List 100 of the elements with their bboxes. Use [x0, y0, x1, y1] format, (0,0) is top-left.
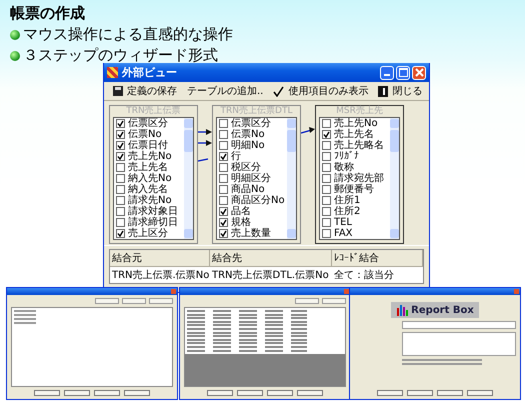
checkbox[interactable] — [116, 196, 125, 205]
field-name: TEL — [334, 217, 352, 228]
checkbox[interactable] — [322, 163, 331, 172]
field-name: 税区分 — [231, 162, 261, 173]
field-name: 伝票日付 — [128, 140, 168, 151]
column-header: 結合元 — [110, 250, 210, 267]
field-name: FAX — [334, 228, 353, 239]
checkbox[interactable] — [219, 119, 228, 128]
checkbox[interactable] — [219, 196, 228, 205]
toolbar-button[interactable]: 定義の保存 — [127, 84, 177, 98]
check-icon — [273, 86, 284, 96]
field-name: 商品区分No — [231, 195, 285, 206]
checkbox[interactable] — [116, 207, 125, 216]
scrollbar[interactable] — [390, 118, 399, 239]
field-name: 品名 — [231, 206, 251, 217]
checkbox[interactable] — [219, 218, 228, 227]
bullet-text: マウス操作による直感的な操作 — [23, 25, 233, 44]
field-name: 売上先No — [128, 151, 172, 162]
bullet-text: ３ステップのウィザード形式 — [23, 46, 218, 65]
report-box-logo: Report Box — [391, 302, 479, 318]
wizard-button[interactable] — [207, 390, 233, 396]
checkbox[interactable] — [322, 141, 331, 150]
wizard-button[interactable] — [467, 390, 493, 396]
checkbox[interactable] — [322, 196, 331, 205]
toolbar-button[interactable]: 閉じる — [392, 84, 422, 98]
wizard-button[interactable] — [124, 390, 150, 396]
checkbox[interactable] — [322, 119, 331, 128]
checkbox[interactable] — [322, 152, 331, 161]
checkbox[interactable] — [322, 130, 331, 139]
field-name: 郵便番号 — [334, 184, 374, 195]
table-cell-text: TRN売上伝票DTL.伝票No — [211, 268, 330, 283]
checkbox[interactable] — [322, 185, 331, 194]
connector-arrow — [301, 126, 315, 134]
bullet-icon — [10, 30, 20, 40]
toolbar-button[interactable]: テーブルの追加.. — [187, 84, 264, 98]
field-name: 住所1 — [334, 195, 360, 206]
toolbar-button[interactable]: 使用項目のみ表示 — [288, 84, 368, 98]
table-name: TRN売上伝票DTL — [220, 106, 294, 117]
table-name: MSR売上先 — [335, 106, 384, 117]
field-name: 売上先名 — [334, 129, 374, 140]
maximize-button[interactable] — [396, 66, 410, 80]
field-name: 明細No — [231, 140, 265, 151]
connector-lines-drawing — [198, 128, 212, 162]
minimize-button[interactable] — [380, 66, 394, 80]
field-name: 商品No — [231, 184, 265, 195]
checkbox[interactable] — [219, 185, 228, 194]
checkbox[interactable] — [219, 152, 228, 161]
checkbox[interactable] — [219, 141, 228, 150]
wizard-button[interactable] — [237, 390, 263, 396]
field-name: 伝票No — [231, 129, 265, 140]
wizard-button[interactable] — [407, 390, 433, 396]
wizard-button[interactable] — [34, 390, 60, 396]
slide-heading: 帳票の作成 — [10, 3, 85, 24]
field-name: 伝票No — [128, 129, 162, 140]
field-name: 納入先No — [128, 173, 172, 184]
checkbox[interactable] — [219, 163, 228, 172]
checkbox[interactable] — [116, 119, 125, 128]
field-name: 請求宛先部 — [334, 173, 384, 184]
wizard-button[interactable] — [64, 390, 90, 396]
checkbox[interactable] — [322, 207, 331, 216]
checkbox[interactable] — [116, 229, 125, 238]
checkbox[interactable] — [116, 152, 125, 161]
wizard-button[interactable] — [297, 390, 323, 396]
checkbox[interactable] — [116, 174, 125, 183]
wizard-button[interactable] — [94, 390, 120, 396]
wizard-button[interactable] — [267, 390, 293, 396]
checkbox[interactable] — [322, 229, 331, 238]
checkbox[interactable] — [322, 218, 331, 227]
window-title: 外部ビュー — [122, 65, 178, 80]
field-name: 売上先略名 — [334, 140, 384, 151]
checkbox[interactable] — [219, 130, 228, 139]
table-cell-text: 全て：該当分 — [333, 268, 395, 283]
field-name: 請求締切日 — [128, 217, 178, 228]
door-icon — [378, 86, 388, 96]
close-button[interactable] — [412, 66, 426, 80]
field-name: 伝票区分 — [128, 118, 168, 129]
field-name: 請求対象日 — [128, 206, 178, 217]
checkbox[interactable] — [116, 163, 125, 172]
checkbox[interactable] — [116, 218, 125, 227]
wizard-button[interactable] — [377, 390, 403, 396]
field-name: 伝票区分 — [231, 118, 271, 129]
scrollbar[interactable] — [287, 118, 296, 239]
checkbox[interactable] — [219, 229, 228, 238]
wizard-button[interactable] — [437, 390, 463, 396]
checkbox[interactable] — [322, 174, 331, 183]
title-field[interactable] — [402, 321, 516, 329]
field-name: 明細区分 — [231, 173, 271, 184]
field-name: 納入先名 — [128, 184, 168, 195]
table-name: TRN売上伝票 — [125, 106, 182, 117]
scrollbar[interactable] — [184, 118, 193, 239]
options-bar-drawing — [295, 298, 346, 304]
table-cell-text: TRN売上伝票.伝票No — [111, 268, 210, 283]
checkbox[interactable] — [219, 207, 228, 216]
description-field[interactable] — [402, 332, 516, 356]
checkbox[interactable] — [116, 185, 125, 194]
checkbox[interactable] — [116, 130, 125, 139]
bullet-icon — [10, 50, 20, 60]
field-name: 請求先No — [128, 195, 172, 206]
checkbox[interactable] — [116, 141, 125, 150]
checkbox[interactable] — [219, 174, 228, 183]
